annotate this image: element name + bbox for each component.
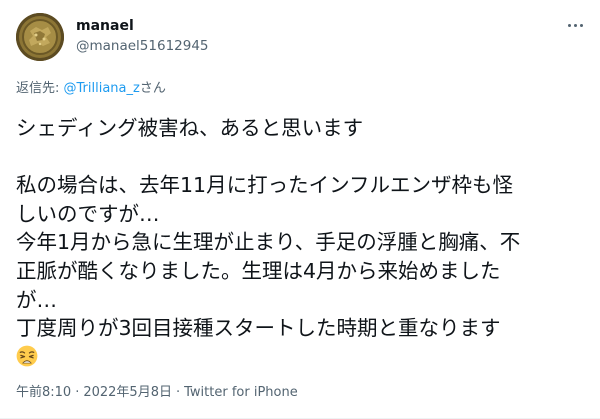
more-options-icon-dot	[579, 23, 583, 27]
tweet-line: が…	[16, 287, 57, 312]
tweet-line: 正脈が酷くなりました。生理は4月から来始めました	[16, 258, 501, 283]
tweet-date[interactable]: 2022年5月8日	[83, 385, 172, 400]
tweet-line: しいのですが…	[16, 201, 160, 226]
more-options-icon	[567, 23, 571, 27]
tweet-metadata: 午前8:10 · 2022年5月8日 · Twitter for iPhone	[16, 384, 298, 402]
author-display-name[interactable]: manael	[76, 17, 209, 35]
more-options-button[interactable]	[564, 16, 586, 34]
tweet-container: manael @manael51612945 返信先: @Trilliana_z…	[0, 0, 600, 419]
more-options-icon-dot	[573, 23, 577, 27]
reply-suffix: さん	[139, 81, 166, 96]
tweet-line: 今年1月から急に生理が止まり、手足の浮腫と胸痛、不	[16, 230, 521, 255]
tweet-emoji-line	[16, 343, 586, 372]
reply-mention-link[interactable]: @Trilliana_z	[64, 81, 140, 96]
author-handle[interactable]: @manael51612945	[76, 37, 209, 55]
tweet-line: シェディング被害ね、あると思います	[16, 116, 364, 140]
tweet-source[interactable]: Twitter for iPhone	[184, 385, 298, 400]
author-avatar[interactable]	[16, 13, 64, 61]
tweet-line: 丁度周りが3回目接種スタートした時期と重なります	[16, 316, 501, 341]
tweet-time[interactable]: 午前8:10	[16, 385, 71, 400]
meta-separator: ·	[75, 385, 80, 400]
meta-separator: ·	[175, 385, 181, 400]
weary-face-emoji	[16, 345, 38, 367]
reply-context: 返信先: @Trilliana_zさん	[16, 80, 166, 98]
reply-prefix: 返信先:	[16, 81, 64, 96]
tweet-body: シェディング被害ね、あると思います 私の場合は、去年11月に打ったインフルエンザ…	[16, 114, 586, 371]
author-info: manael @manael51612945	[76, 17, 209, 55]
gold-coin-avatar-icon	[16, 13, 64, 61]
tweet-line: 私の場合は、去年11月に打ったインフルエンザ枠も怪	[16, 173, 513, 198]
